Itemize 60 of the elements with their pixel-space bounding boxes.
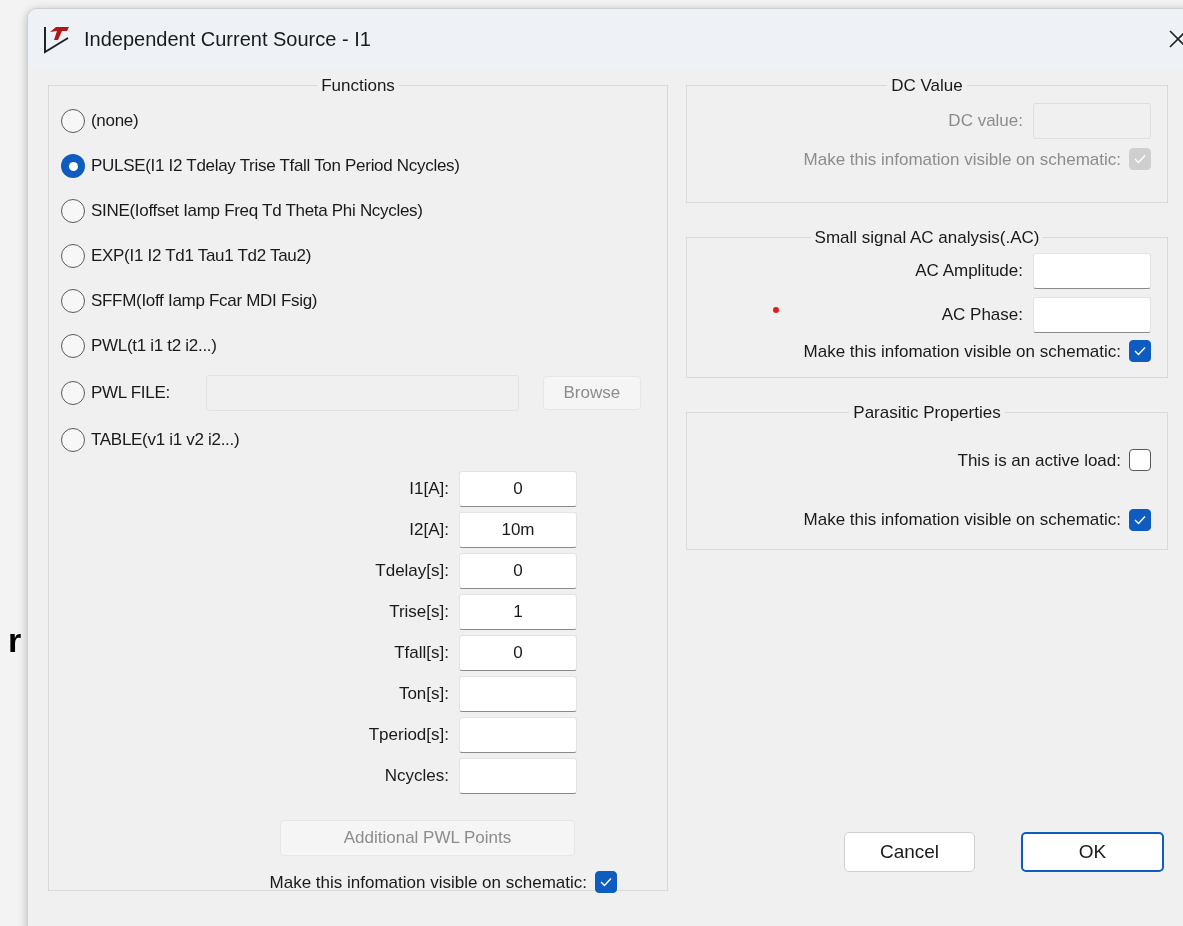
radio-label: PWL(t1 i1 t2 i2...)	[91, 335, 217, 358]
radio-label: PULSE(I1 I2 Tdelay Trise Tfall Ton Period Ncycles)	[91, 155, 460, 178]
radio-button[interactable]	[61, 428, 85, 452]
radio-button[interactable]	[61, 199, 85, 223]
checkbox-label: This is an active load:	[957, 449, 1121, 472]
radio-label: SFFM(Ioff Iamp Fcar MDI Fsig)	[91, 290, 318, 313]
group-title: DC Value	[890, 75, 964, 97]
input-field[interactable]: 0	[459, 552, 577, 589]
input-field[interactable]	[1033, 296, 1151, 333]
checkbox-label: Make this infomation visible on schematic:	[269, 871, 587, 894]
checkbox[interactable]	[1129, 508, 1151, 531]
parameter-label: Ncycles:	[383, 764, 449, 787]
parameter-label: Tperiod[s]:	[367, 723, 449, 746]
field-label: AC Phase:	[941, 303, 1023, 326]
input-field[interactable]	[459, 757, 577, 794]
input-field[interactable]	[1033, 252, 1151, 289]
checkbox-label: Make this infomation visible on schematic:	[803, 509, 1121, 531]
radio-button[interactable]	[61, 334, 85, 358]
input-field[interactable]: 0	[459, 470, 577, 507]
close-icon[interactable]	[1168, 29, 1183, 49]
app-logo-icon	[42, 24, 72, 54]
radio-button[interactable]	[61, 109, 85, 133]
checkbox-label: Make this infomation visible on schematic:	[803, 148, 1121, 171]
input-field[interactable]	[459, 675, 577, 712]
group-title: Small signal AC analysis(.AC)	[813, 227, 1041, 249]
checkbox[interactable]	[595, 871, 617, 894]
parameter-label: Trise[s]:	[388, 600, 449, 623]
background-text: r	[8, 620, 22, 661]
parameter-label: Ton[s]:	[397, 682, 449, 705]
radio-label: TABLE(v1 i1 v2 i2...)	[91, 429, 240, 452]
field-label: DC value:	[948, 109, 1023, 132]
input-field[interactable]: 1	[459, 593, 577, 630]
dialog-button[interactable]: OK	[1021, 832, 1164, 872]
checkbox[interactable]	[1129, 449, 1151, 472]
parameter-label: Tdelay[s]:	[374, 559, 449, 582]
checkbox-label: Make this infomation visible on schematic:	[803, 340, 1121, 363]
input-field[interactable]: 0	[459, 634, 577, 671]
check-icon	[1134, 154, 1146, 165]
parameter-label: Tfall[s]:	[393, 641, 449, 664]
check-icon	[1134, 514, 1146, 525]
radio-label: SINE(Ioffset Iamp Freq Td Theta Phi Ncycles)	[91, 200, 423, 223]
radio-label: EXP(I1 I2 Td1 Tau1 Td2 Tau2)	[91, 245, 311, 268]
radio-label: PWL FILE:	[91, 382, 170, 405]
window-title: Independent Current Source - I1	[84, 27, 371, 52]
input-field[interactable]	[459, 716, 577, 753]
group-title: Parasitic Properties	[852, 402, 1002, 424]
checkbox[interactable]	[1129, 340, 1151, 363]
dialog-button[interactable]: Cancel	[844, 832, 975, 872]
field-label: AC Amplitude:	[915, 259, 1023, 282]
radio-button[interactable]	[61, 244, 85, 268]
radio-label: (none)	[91, 110, 139, 133]
group-title: Functions	[320, 75, 396, 97]
parameter-label: I2[A]:	[408, 518, 449, 541]
check-icon	[600, 877, 612, 888]
check-icon	[1134, 346, 1146, 357]
radio-button[interactable]	[61, 381, 85, 405]
input-field[interactable]: 10m	[459, 511, 577, 548]
radio-button[interactable]	[61, 154, 85, 178]
radio-button[interactable]	[61, 289, 85, 313]
parameter-label: I1[A]:	[408, 477, 449, 500]
